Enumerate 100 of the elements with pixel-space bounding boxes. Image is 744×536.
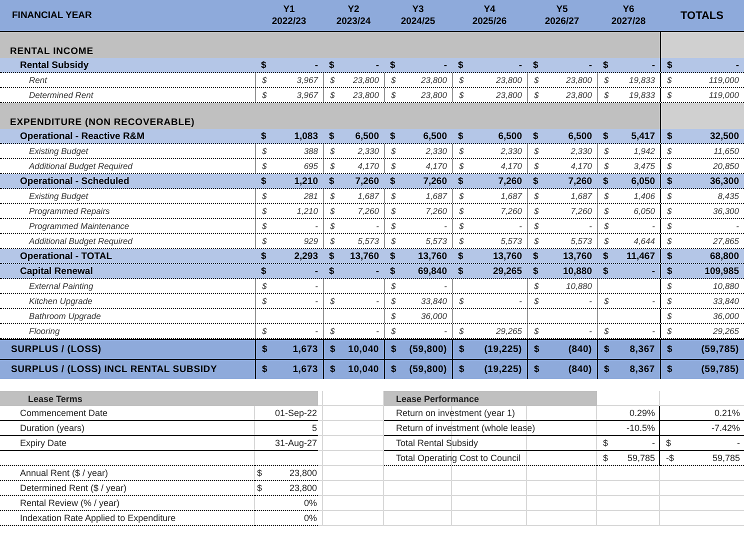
column-header: Y3 2024/25 — [400, 2, 436, 28]
currency-sign: $ — [390, 266, 396, 276]
cell-value: - — [652, 221, 655, 231]
cell-value: 11,650 — [714, 146, 739, 156]
cell-value: - — [652, 266, 655, 276]
performance-value: - — [652, 438, 655, 448]
currency-sign: $ — [534, 161, 539, 171]
cell-value: 1,083 — [294, 130, 318, 142]
currency-sign: $ — [458, 266, 464, 276]
cell-value: 10,880 — [566, 281, 592, 291]
currency-sign: $ — [667, 344, 673, 355]
performance-label: Return of investment (whole lease) — [396, 423, 536, 433]
currency-sign: $ — [667, 236, 672, 246]
performance-label: Return on investment (year 1) — [396, 408, 516, 418]
currency-sign: $ — [459, 206, 464, 216]
cell-value: 6,500 — [423, 130, 447, 142]
performance-value: 0.21% — [714, 408, 740, 418]
cell-value: - — [444, 326, 447, 336]
currency-sign: $ — [390, 176, 396, 186]
currency-sign: $ — [667, 281, 672, 291]
performance-value: - — [737, 438, 740, 448]
cell-value: 13,760 — [350, 250, 379, 262]
currency-sign: $ — [262, 75, 267, 85]
currency-sign: $ — [330, 206, 335, 216]
cell-value: - — [589, 326, 592, 336]
row-label: Programmed Maintenance — [29, 221, 130, 231]
lease-value: 0% — [304, 513, 317, 523]
currency-sign: $ — [603, 176, 608, 186]
cell-value: 10,880 — [562, 266, 592, 276]
currency-sign: $ — [459, 75, 464, 85]
currency-sign: $ — [604, 364, 610, 375]
cell-value: 3,475 — [634, 161, 655, 171]
cell-value: 68,800 — [710, 250, 739, 262]
cell-value: 7,260 — [426, 206, 447, 216]
row-label: Bathroom Upgrade — [29, 311, 101, 321]
currency-sign: $ — [330, 161, 335, 171]
currency-sign: $ — [667, 176, 672, 186]
currency-sign: $ — [534, 364, 540, 375]
cell-value: 69,840 — [418, 266, 447, 276]
cell-value: (840) — [568, 364, 592, 375]
lease-value: 5 — [312, 423, 317, 433]
lease-label: Rental Review (% / year) — [20, 498, 120, 508]
currency-sign: $ — [329, 130, 334, 142]
currency-sign: $ — [667, 60, 672, 70]
cell-value: 7,260 — [498, 176, 522, 186]
currency-sign: $ — [667, 206, 672, 216]
currency-sign: $ — [667, 266, 672, 276]
lease-label: Duration (years) — [20, 423, 85, 433]
lease-value: 23,800 — [289, 468, 317, 478]
cell-value: 1,687 — [358, 191, 379, 201]
cell-value: (19,225) — [484, 344, 522, 355]
row-label: SURPLUS / (LOSS) INCL RENTAL SUBSIDY — [11, 364, 218, 375]
cell-value: (59,800) — [409, 344, 447, 355]
currency-sign: $ — [667, 250, 672, 262]
currency-sign: $ — [459, 161, 464, 171]
currency-sign: $ — [534, 326, 539, 336]
currency-sign: $ — [261, 176, 266, 186]
cell-value: 388 — [304, 146, 318, 156]
cell-value: 2,330 — [500, 146, 522, 156]
performance-label: Total Operating Cost to Council — [396, 453, 521, 463]
currency-sign: $ — [603, 453, 608, 463]
cell-value: 1,687 — [500, 191, 522, 201]
row-label: Determined Rent — [29, 90, 94, 100]
currency-sign: $ — [604, 90, 609, 100]
cell-value: 23,800 — [496, 75, 522, 85]
cell-value: 19,833 — [629, 90, 655, 100]
currency-sign: $ — [262, 221, 267, 231]
cell-value: 13,760 — [492, 250, 522, 262]
cell-value: 109,985 — [704, 266, 739, 276]
currency-sign: $ — [667, 191, 672, 201]
row-label: Capital Renewal — [20, 266, 93, 276]
cell-value: 1,210 — [296, 206, 318, 216]
cell-value: - — [736, 60, 739, 70]
cell-value: 695 — [304, 161, 318, 171]
column-header: Y4 2025/26 — [471, 2, 508, 28]
cell-value: 7,260 — [568, 176, 592, 186]
row-label: External Painting — [29, 281, 94, 291]
currency-sign: $ — [262, 161, 267, 171]
currency-sign: $ — [391, 236, 396, 246]
performance-label: Total Rental Subsidy — [396, 438, 478, 448]
section-title: RENTAL INCOME — [10, 46, 94, 57]
cell-value: 23,800 — [566, 75, 592, 85]
cell-value: 13,760 — [562, 250, 592, 262]
currency-sign: $ — [603, 438, 608, 448]
currency-sign: $ — [667, 161, 672, 171]
row-label: Rental Subsidy — [20, 60, 89, 70]
currency-sign: $ — [391, 161, 396, 171]
section-title: EXPENDITURE (NON RECOVERABLE) — [10, 117, 195, 128]
cell-value: 33,840 — [713, 296, 739, 306]
currency-sign: $ — [667, 364, 673, 375]
currency-sign: $ — [391, 75, 396, 85]
currency-sign: $ — [459, 236, 464, 246]
currency-sign: $ — [667, 221, 672, 231]
row-label: Existing Budget — [29, 146, 88, 156]
cell-value: 2,330 — [358, 146, 379, 156]
currency-sign: $ — [262, 90, 267, 100]
cell-value: (59,800) — [409, 364, 447, 375]
cell-value: 5,573 — [500, 236, 522, 246]
currency-sign: $ — [459, 326, 464, 336]
currency-sign: $ — [604, 221, 609, 231]
